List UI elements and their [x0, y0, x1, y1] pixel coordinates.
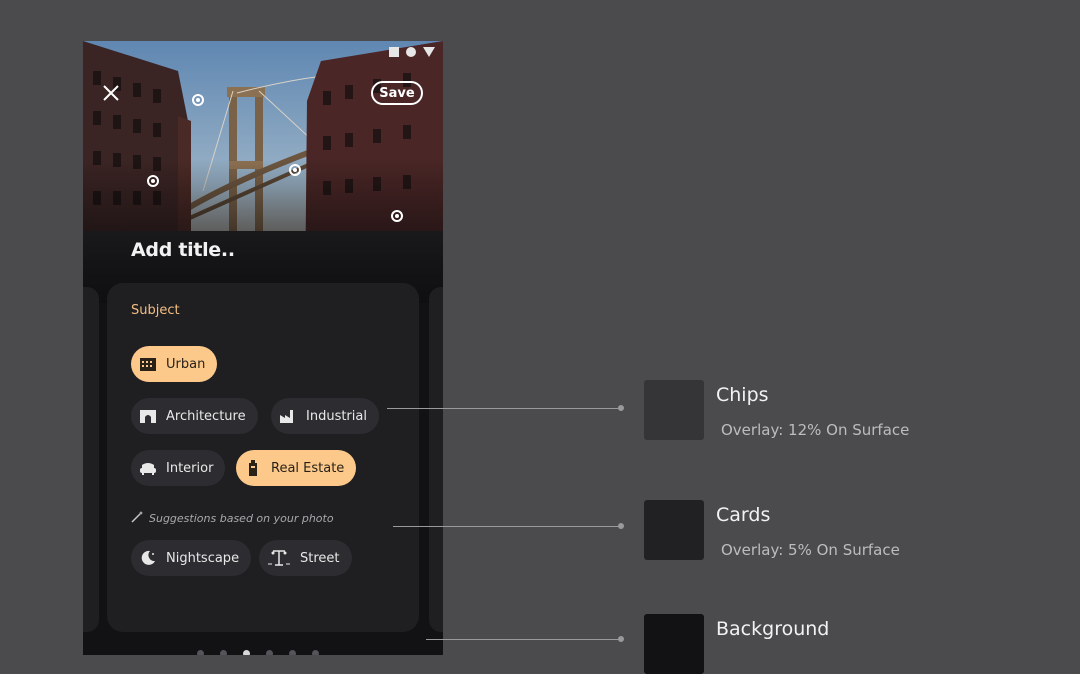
chip-label: Architecture: [166, 408, 246, 424]
chip-label: Nightscape: [166, 550, 240, 566]
close-icon: [103, 85, 119, 101]
chip-urban[interactable]: Urban: [131, 346, 218, 382]
photo-hotspot[interactable]: [289, 164, 301, 176]
chip-label: Street: [300, 550, 340, 566]
arch-icon: [139, 407, 157, 425]
next-card-peek[interactable]: [429, 287, 443, 632]
circle-icon: [406, 47, 416, 57]
title-input[interactable]: Add title..: [131, 239, 235, 261]
page-dot[interactable]: [266, 650, 273, 655]
subject-label: Subject: [131, 303, 180, 318]
streetlight-icon: [267, 549, 291, 567]
annotation-line-chips: [387, 408, 621, 409]
legend-title-cards: Cards: [716, 504, 771, 526]
legend-subtitle-cards: Overlay: 5% On Surface: [721, 541, 900, 559]
legend-title-background: Background: [716, 618, 830, 640]
chip-label: Real Estate: [271, 460, 345, 476]
annotation-line-cards: [393, 526, 621, 527]
magic-wand-icon: [131, 510, 144, 526]
triangle-icon: [423, 47, 435, 57]
chip-label: Industrial: [306, 408, 367, 424]
swatch-chips: [644, 380, 704, 440]
page-dot[interactable]: [197, 650, 204, 655]
moon-icon: [139, 549, 157, 567]
annotation-endpoint: [618, 523, 624, 529]
annotation-line-background: [426, 639, 621, 640]
chip-label: Urban: [166, 356, 206, 372]
close-button[interactable]: [99, 81, 123, 105]
photo-hotspot[interactable]: [192, 94, 204, 106]
swatch-background: [644, 614, 704, 674]
chip-interior[interactable]: Interior: [131, 450, 226, 486]
annotation-endpoint: [618, 636, 624, 642]
suggestion-caption: Suggestions based on your photo: [131, 510, 334, 526]
legend-title-chips: Chips: [716, 384, 769, 406]
annotation-endpoint: [618, 405, 624, 411]
page-dot[interactable]: [312, 650, 319, 655]
chip-label: Interior: [166, 460, 214, 476]
square-icon: [389, 47, 399, 57]
photo-hotspot[interactable]: [391, 210, 403, 222]
chip-industrial[interactable]: Industrial: [271, 398, 379, 434]
armchair-icon: [139, 459, 157, 477]
page-dot-active[interactable]: [243, 650, 250, 655]
phone-screen: Save Add title.. Subject Urban Architect…: [83, 41, 443, 655]
building-icon: [139, 355, 157, 373]
suggestion-text: Suggestions based on your photo: [149, 511, 334, 525]
house-icon: [244, 459, 262, 477]
page-dot[interactable]: [220, 650, 227, 655]
chip-real-estate[interactable]: Real Estate: [236, 450, 357, 486]
save-button[interactable]: Save: [371, 81, 423, 105]
photo-hotspot[interactable]: [147, 175, 159, 187]
previous-card-peek[interactable]: [83, 287, 99, 632]
page-dot[interactable]: [289, 650, 296, 655]
page-indicator: [197, 650, 319, 655]
chip-architecture[interactable]: Architecture: [131, 398, 258, 434]
factory-icon: [279, 407, 297, 425]
chip-nightscape[interactable]: Nightscape: [131, 540, 252, 576]
status-bar: [389, 47, 435, 57]
legend-subtitle-chips: Overlay: 12% On Surface: [721, 421, 910, 439]
swatch-cards: [644, 500, 704, 560]
chip-street[interactable]: Street: [259, 540, 352, 576]
subject-card: Subject Urban Architecture Industrial In…: [107, 283, 419, 632]
